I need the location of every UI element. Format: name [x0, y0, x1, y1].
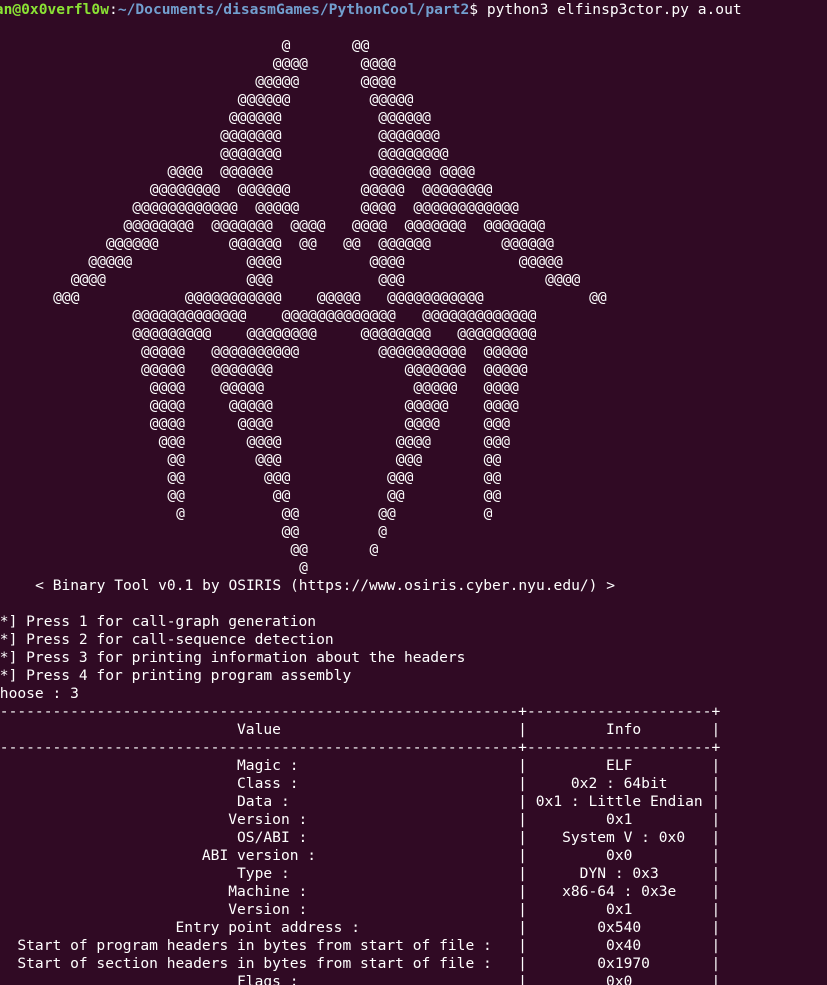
ascii-art-line: @@@ @@@@@@@@@@@ @@@@@ @@@@@@@@@@@ @@ — [18, 289, 607, 306]
table-row: | Version : | 0x1 | — [0, 811, 721, 828]
ascii-art-line: @@@@ @@@@@ @@@@@ @@@@ — [18, 397, 519, 414]
table-border-top: +---------------------------------------… — [0, 703, 721, 720]
tool-banner: < Binary Tool v0.1 by OSIRIS (https://ww… — [0, 577, 616, 594]
ascii-art-line: @@ @@@ @@@ @@ — [18, 469, 502, 486]
ascii-art-line: @@@@ @@@@@ @@@@@ @@@@ — [18, 379, 519, 396]
table-row: | Entry point address : | 0x540 | — [0, 919, 721, 936]
ascii-art-line: @@ @@ @@ @@ — [18, 487, 502, 504]
ascii-art-line: @ @@ @@ @ — [18, 505, 493, 522]
menu-option-3: [*] Press 3 for printing information abo… — [0, 649, 466, 666]
prompt-command: python3 elfinsp3ctor.py a.out — [478, 1, 742, 18]
ascii-art-line: @@@@ @@@@ — [18, 55, 396, 72]
table-row: | Class : | 0x2 : 64bit | — [0, 775, 721, 792]
table-row: | OS/ABI : | System V : 0x0 | — [0, 829, 721, 846]
ascii-art-line: @@@@@@ @@@@@@ @@ @@ @@@@@@ @@@@@@ — [18, 235, 554, 252]
menu-option-4: [*] Press 4 for printing program assembl… — [0, 667, 352, 684]
ascii-art-line: @@@@@@@@ @@@@@@@ @@@@ @@@@ @@@@@@@ @@@@@… — [18, 217, 546, 234]
table-row: | Data : | 0x1 : Little Endian | — [0, 793, 721, 810]
table-row: | Flags : | 0x0 | — [0, 973, 721, 985]
ascii-art-line: @@@@@@@ @@@@@@@@ — [18, 145, 449, 162]
ascii-art-line: @@@@ @@@@@@ @@@@@@@ @@@@ — [18, 163, 475, 180]
ascii-art-line: @@ @ — [18, 541, 379, 558]
prompt-separator: : — [109, 1, 118, 18]
prompt-symbol: $ — [469, 1, 479, 18]
ascii-art-line: @@@@@@@@@@@@ @@@@@ @@@@ @@@@@@@@@@@@ — [18, 199, 519, 216]
ascii-art-line: @@@@@@@@@ @@@@@@@@ @@@@@@@@ @@@@@@@@@ — [18, 325, 537, 342]
ascii-art-line: @@ @@@ @@@ @@ — [18, 451, 502, 468]
ascii-art-line: @@@@@ @@@@@@@@@@ @@@@@@@@@@ @@@@@ — [18, 343, 528, 360]
table-row: | ABI version : | 0x0 | — [0, 847, 721, 864]
ascii-art-line: @@@@@@ @@@@@ — [18, 91, 414, 108]
table-row: | Type : | DYN : 0x3 | — [0, 865, 721, 882]
ascii-art-line: @@@@@ @@@@@@@ @@@@@@@ @@@@@ — [18, 361, 528, 378]
ascii-art-line: @@@@@@@@ @@@@@@ @@@@@ @@@@@@@@ — [18, 181, 493, 198]
table-row: | Start of program headers in bytes from… — [0, 937, 721, 954]
prompt-user-host: man@0x0verfl0w — [0, 1, 110, 18]
ascii-art-line: @@@@@@ @@@@@@ — [18, 109, 431, 126]
table-row: | Version : | 0x1 | — [0, 901, 721, 918]
ascii-art-logo: @ @@ @@@@ @@@@ @@@@@ @@@@ @@@@@@ @@@@@ @… — [18, 37, 607, 577]
table-row: | Start of section headers in bytes from… — [0, 955, 721, 972]
table-row: | Machine : | x86-64 : 0x3e | — [0, 883, 721, 900]
table-row: | Magic : | ELF | — [0, 757, 721, 774]
table-border-mid: +---------------------------------------… — [0, 739, 721, 756]
prompt-path: ~/Documents/disasmGames/PythonCool/part2 — [117, 1, 470, 18]
menu-option-1: [*] Press 1 for call-graph generation — [0, 613, 317, 630]
header-info-table: +---------------------------------------… — [0, 703, 720, 985]
menu-option-2: [*] Press 2 for call-sequence detection — [0, 631, 334, 648]
shell-prompt: man@0x0verfl0w:~/Documents/disasmGames/P… — [0, 1, 742, 19]
terminal-window[interactable]: man@0x0verfl0w:~/Documents/disasmGames/P… — [0, 0, 827, 985]
ascii-art-line: @ — [18, 559, 308, 576]
ascii-art-line: @@@@ @@@ @@@ @@@@ — [18, 271, 581, 288]
ascii-art-line: @@@@ @@@@ @@@@ @@@ — [18, 415, 511, 432]
ascii-art-line: @@@ @@@@ @@@@ @@@ — [18, 433, 511, 450]
ascii-art-line: @ @@ — [18, 37, 370, 54]
ascii-art-line: @@@@@@@ @@@@@@@ — [18, 127, 440, 144]
ascii-art-line: @@ @ — [18, 523, 388, 540]
ascii-art-line: @@@@@ @@@@ @@@@ @@@@@ — [18, 253, 563, 270]
table-header-row: | Value | Info | — [0, 721, 721, 738]
ascii-art-line: @@@@@@@@@@@@@ @@@@@@@@@@@@@ @@@@@@@@@@@@… — [18, 307, 537, 324]
option-menu: [*] Press 1 for call-graph generation [*]… — [0, 613, 465, 685]
choice-line: Choose : 3 — [0, 685, 79, 702]
ascii-art-line: @@@@@ @@@@ — [18, 73, 396, 90]
